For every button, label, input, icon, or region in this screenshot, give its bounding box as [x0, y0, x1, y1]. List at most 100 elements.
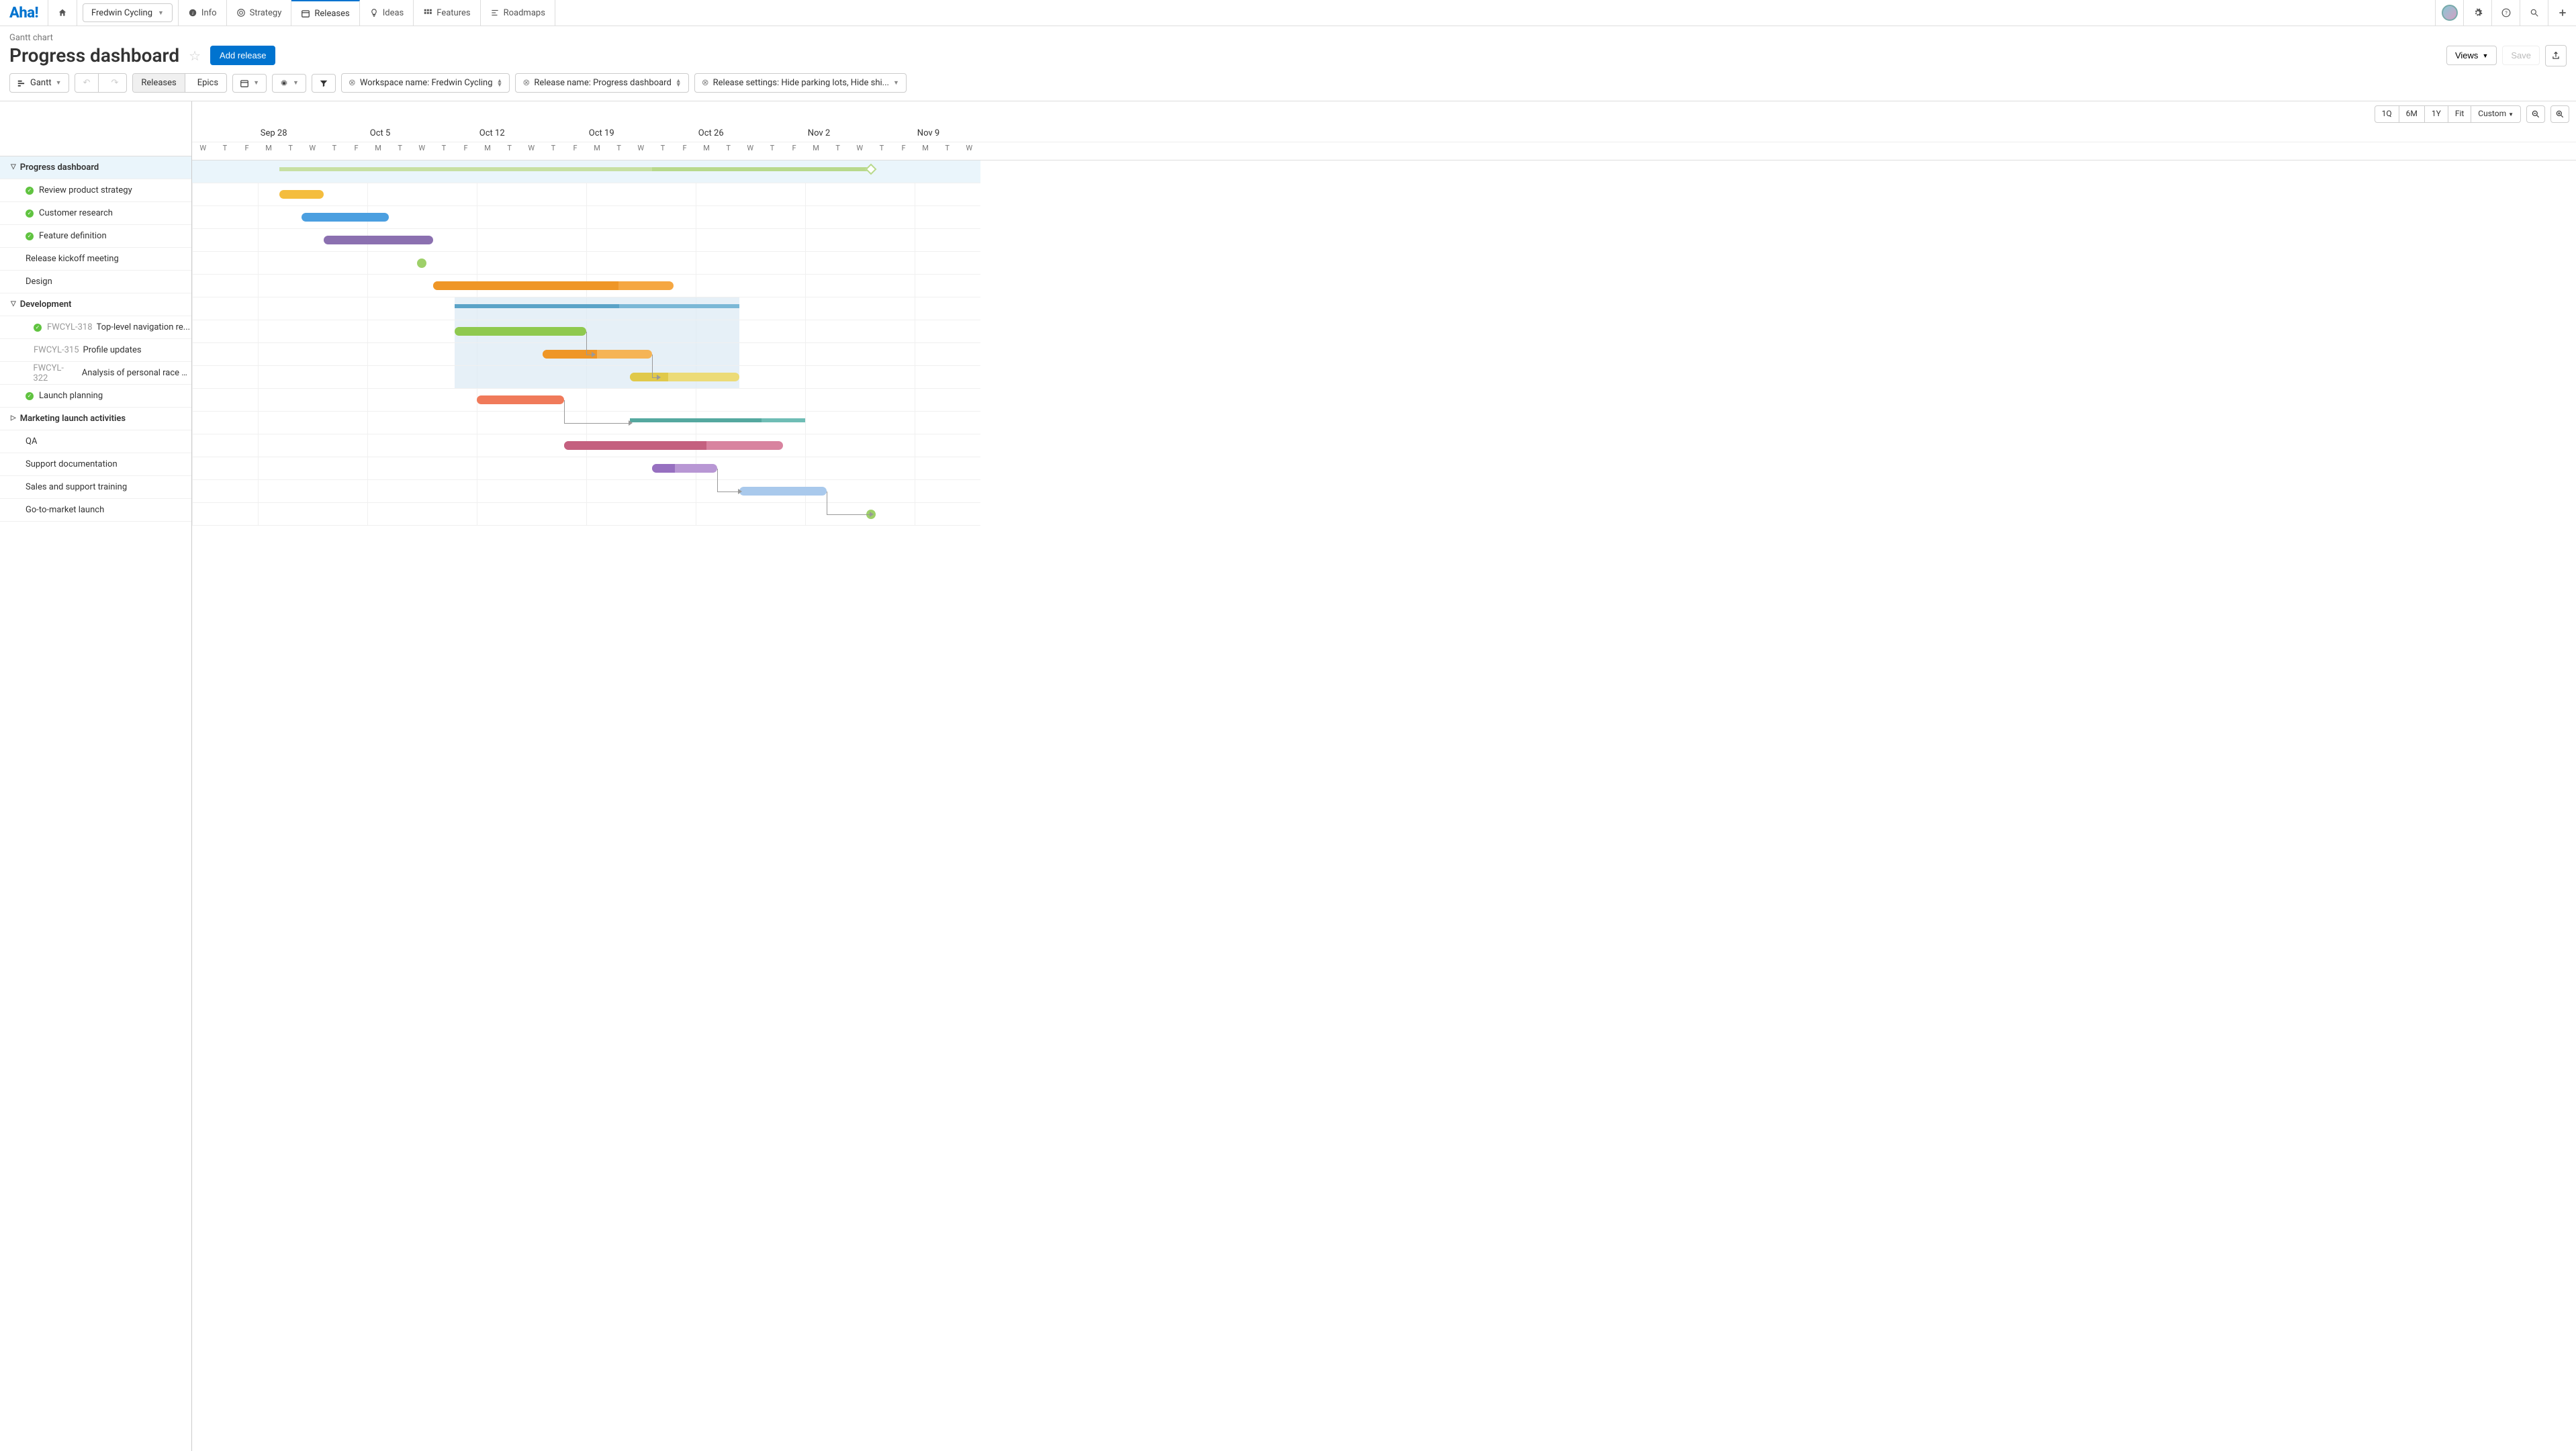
zoom-1y[interactable]: 1Y — [2425, 106, 2448, 122]
zoom-out-button[interactable] — [2526, 105, 2545, 123]
redo-button[interactable]: ↷ — [103, 74, 126, 92]
task-row-dev[interactable]: ▽Development — [0, 293, 191, 316]
views-dropdown[interactable]: Views▼ — [2446, 46, 2497, 65]
release-settings-filter[interactable]: ⊗ Release settings: Hide parking lots, H… — [694, 73, 907, 93]
task-row-kickoff[interactable]: Release kickoff meeting — [0, 248, 191, 271]
status-done-icon — [26, 209, 34, 218]
nav-releases[interactable]: Releases — [291, 0, 359, 26]
nav-ideas[interactable]: Ideas — [360, 0, 414, 26]
status-done-icon — [26, 232, 34, 240]
workspace-filter-label: Workspace name: Fredwin Cycling — [360, 78, 493, 88]
week-label: Nov 9 — [917, 128, 939, 138]
panel-resize-handle[interactable] — [191, 101, 193, 1451]
task-row-315[interactable]: FWCYL-315Profile updates — [0, 339, 191, 362]
date-dropdown[interactable]: ▼ — [232, 74, 267, 93]
workspace-filter[interactable]: ⊗ Workspace name: Fredwin Cycling ▲▼ — [341, 73, 510, 93]
add-release-button[interactable]: Add release — [210, 46, 275, 65]
caret-down-icon[interactable]: ▽ — [11, 163, 16, 171]
epics-toggle[interactable]: Epics — [189, 74, 226, 92]
zoom-fit[interactable]: Fit — [2448, 106, 2471, 122]
search-button[interactable] — [2520, 0, 2548, 26]
zoom-in-button[interactable] — [2550, 105, 2569, 123]
caret-right-icon[interactable]: ▷ — [11, 414, 16, 422]
breadcrumb[interactable]: Gantt chart — [9, 33, 2567, 43]
calendar-icon — [240, 79, 249, 88]
task-bar[interactable] — [302, 213, 389, 222]
task-row-custres[interactable]: Customer research — [0, 202, 191, 225]
zoom-1q[interactable]: 1Q — [2375, 106, 2399, 122]
task-bar[interactable] — [455, 327, 586, 336]
task-row-training[interactable]: Sales and support training — [0, 476, 191, 499]
user-avatar[interactable] — [2435, 0, 2463, 26]
task-row-318[interactable]: FWCYL-318Top-level navigation re... — [0, 316, 191, 339]
nav-strategy[interactable]: Strategy — [227, 0, 292, 26]
task-label: Sales and support training — [26, 482, 127, 492]
task-label: QA — [26, 436, 37, 447]
zoom-6m[interactable]: 6M — [2399, 106, 2425, 122]
zoom-in-icon — [2555, 109, 2565, 119]
undo-button[interactable]: ↶ — [75, 74, 99, 92]
workspace-dropdown[interactable]: Fredwin Cycling ▼ — [83, 3, 173, 22]
nav-roadmaps[interactable]: Roadmaps — [481, 0, 555, 26]
nav-ideas-label: Ideas — [383, 8, 404, 18]
task-label: Customer research — [39, 208, 113, 218]
logo[interactable]: Aha! — [0, 0, 48, 26]
task-row-322[interactable]: FWCYL-322Analysis of personal race g... — [0, 362, 191, 385]
filter-button[interactable] — [312, 74, 336, 93]
task-row-progress[interactable]: ▽Progress dashboard — [0, 156, 191, 179]
home-nav[interactable] — [48, 0, 77, 26]
task-bar[interactable] — [477, 395, 564, 404]
share-button[interactable] — [2545, 45, 2567, 66]
task-row-gotomarket[interactable]: Go-to-market launch — [0, 499, 191, 522]
favorite-star-icon[interactable]: ☆ — [189, 48, 201, 64]
gantt-row — [192, 366, 980, 389]
day-label: T — [288, 144, 293, 152]
task-label: Feature definition — [39, 231, 107, 241]
clear-icon: ⊗ — [702, 78, 709, 88]
gantt-dropdown[interactable]: Gantt ▼ — [9, 73, 69, 93]
help-icon: ? — [2501, 8, 2511, 17]
task-bar[interactable] — [739, 487, 827, 496]
week-label: Nov 2 — [808, 128, 830, 138]
nav-info[interactable]: i Info — [178, 0, 227, 26]
summary-bar[interactable] — [455, 304, 739, 308]
add-button[interactable] — [2548, 0, 2576, 26]
task-row-qa[interactable]: QA — [0, 430, 191, 453]
day-label: T — [223, 144, 228, 152]
day-label: T — [726, 144, 731, 152]
summary-bar[interactable] — [279, 167, 870, 171]
day-label: T — [880, 144, 884, 152]
task-bar[interactable] — [433, 281, 674, 290]
clear-icon: ⊗ — [349, 78, 356, 88]
task-row-mktg[interactable]: ▷Marketing launch activities — [0, 408, 191, 430]
home-icon — [58, 8, 67, 17]
releases-toggle[interactable]: Releases — [133, 74, 185, 92]
day-label: T — [398, 144, 402, 152]
task-row-launch[interactable]: Launch planning — [0, 385, 191, 408]
nav-features[interactable]: Features — [414, 0, 480, 26]
day-label: M — [375, 144, 381, 152]
task-row-support[interactable]: Support documentation — [0, 453, 191, 476]
task-row-review[interactable]: Review product strategy — [0, 179, 191, 202]
settings-dropdown[interactable]: ▼ — [272, 74, 306, 93]
day-label: F — [901, 144, 905, 152]
release-filter[interactable]: ⊗ Release name: Progress dashboard ▲▼ — [515, 73, 688, 93]
search-icon — [2530, 8, 2539, 17]
help-button[interactable]: ? — [2491, 0, 2520, 26]
svg-text:?: ? — [2505, 10, 2508, 16]
task-row-design[interactable]: Design — [0, 271, 191, 293]
task-bar[interactable] — [279, 190, 323, 199]
zoom-custom[interactable]: Custom ▼ — [2471, 106, 2520, 122]
task-bar[interactable] — [630, 373, 739, 381]
task-bar[interactable] — [652, 464, 718, 473]
settings-button[interactable] — [2463, 0, 2491, 26]
summary-bar[interactable] — [630, 418, 805, 422]
task-row-featdef[interactable]: Feature definition — [0, 225, 191, 248]
caret-down-icon[interactable]: ▽ — [11, 300, 16, 308]
gantt-row — [192, 457, 980, 480]
gantt-row — [192, 297, 980, 320]
task-bar[interactable] — [564, 441, 783, 450]
task-bar[interactable] — [324, 236, 433, 244]
day-label: W — [747, 144, 753, 152]
task-bar[interactable] — [543, 350, 652, 359]
